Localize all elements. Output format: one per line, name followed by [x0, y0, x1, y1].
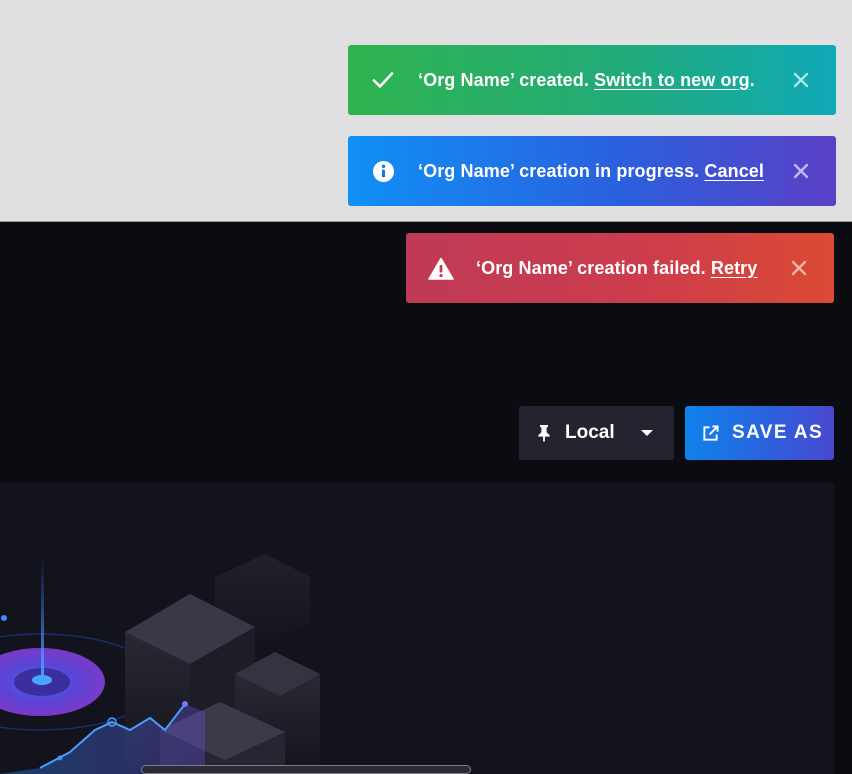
check-icon: [348, 71, 418, 89]
scope-select-value: Local: [565, 422, 615, 443]
save-as-label: SAVE AS: [732, 422, 824, 443]
toast-info: ‘Org Name’ creation in progress. Cancel: [348, 136, 836, 206]
toast-error-message: ‘Org Name’ creation failed. Retry: [476, 257, 758, 278]
retry-link[interactable]: Retry: [711, 258, 758, 278]
close-icon: [793, 163, 809, 179]
switch-to-new-org-link[interactable]: Switch to new org: [594, 70, 750, 90]
warning-icon: [406, 257, 476, 280]
close-icon: [791, 260, 807, 276]
toast-success: ‘Org Name’ created. Switch to new org.: [348, 45, 836, 115]
toast-error-close-button[interactable]: [764, 260, 834, 276]
close-icon: [793, 72, 809, 88]
cancel-link[interactable]: Cancel: [704, 161, 764, 181]
external-link-icon: [702, 424, 720, 442]
info-icon: [348, 160, 418, 183]
pin-icon: [537, 424, 555, 442]
toast-success-message: ‘Org Name’ created. Switch to new org.: [418, 69, 755, 90]
caret-down-icon: [640, 429, 654, 437]
toast-success-close-button[interactable]: [766, 72, 836, 88]
content-panel: [0, 482, 834, 774]
horizontal-scrollbar[interactable]: [141, 765, 471, 774]
toast-info-close-button[interactable]: [766, 163, 836, 179]
scope-select[interactable]: Local: [519, 406, 674, 460]
isometric-data-illustration: [0, 554, 320, 774]
save-as-button[interactable]: SAVE AS: [685, 406, 834, 460]
toast-info-message: ‘Org Name’ creation in progress. Cancel: [418, 160, 765, 181]
toast-error: ‘Org Name’ creation failed. Retry: [406, 233, 834, 303]
